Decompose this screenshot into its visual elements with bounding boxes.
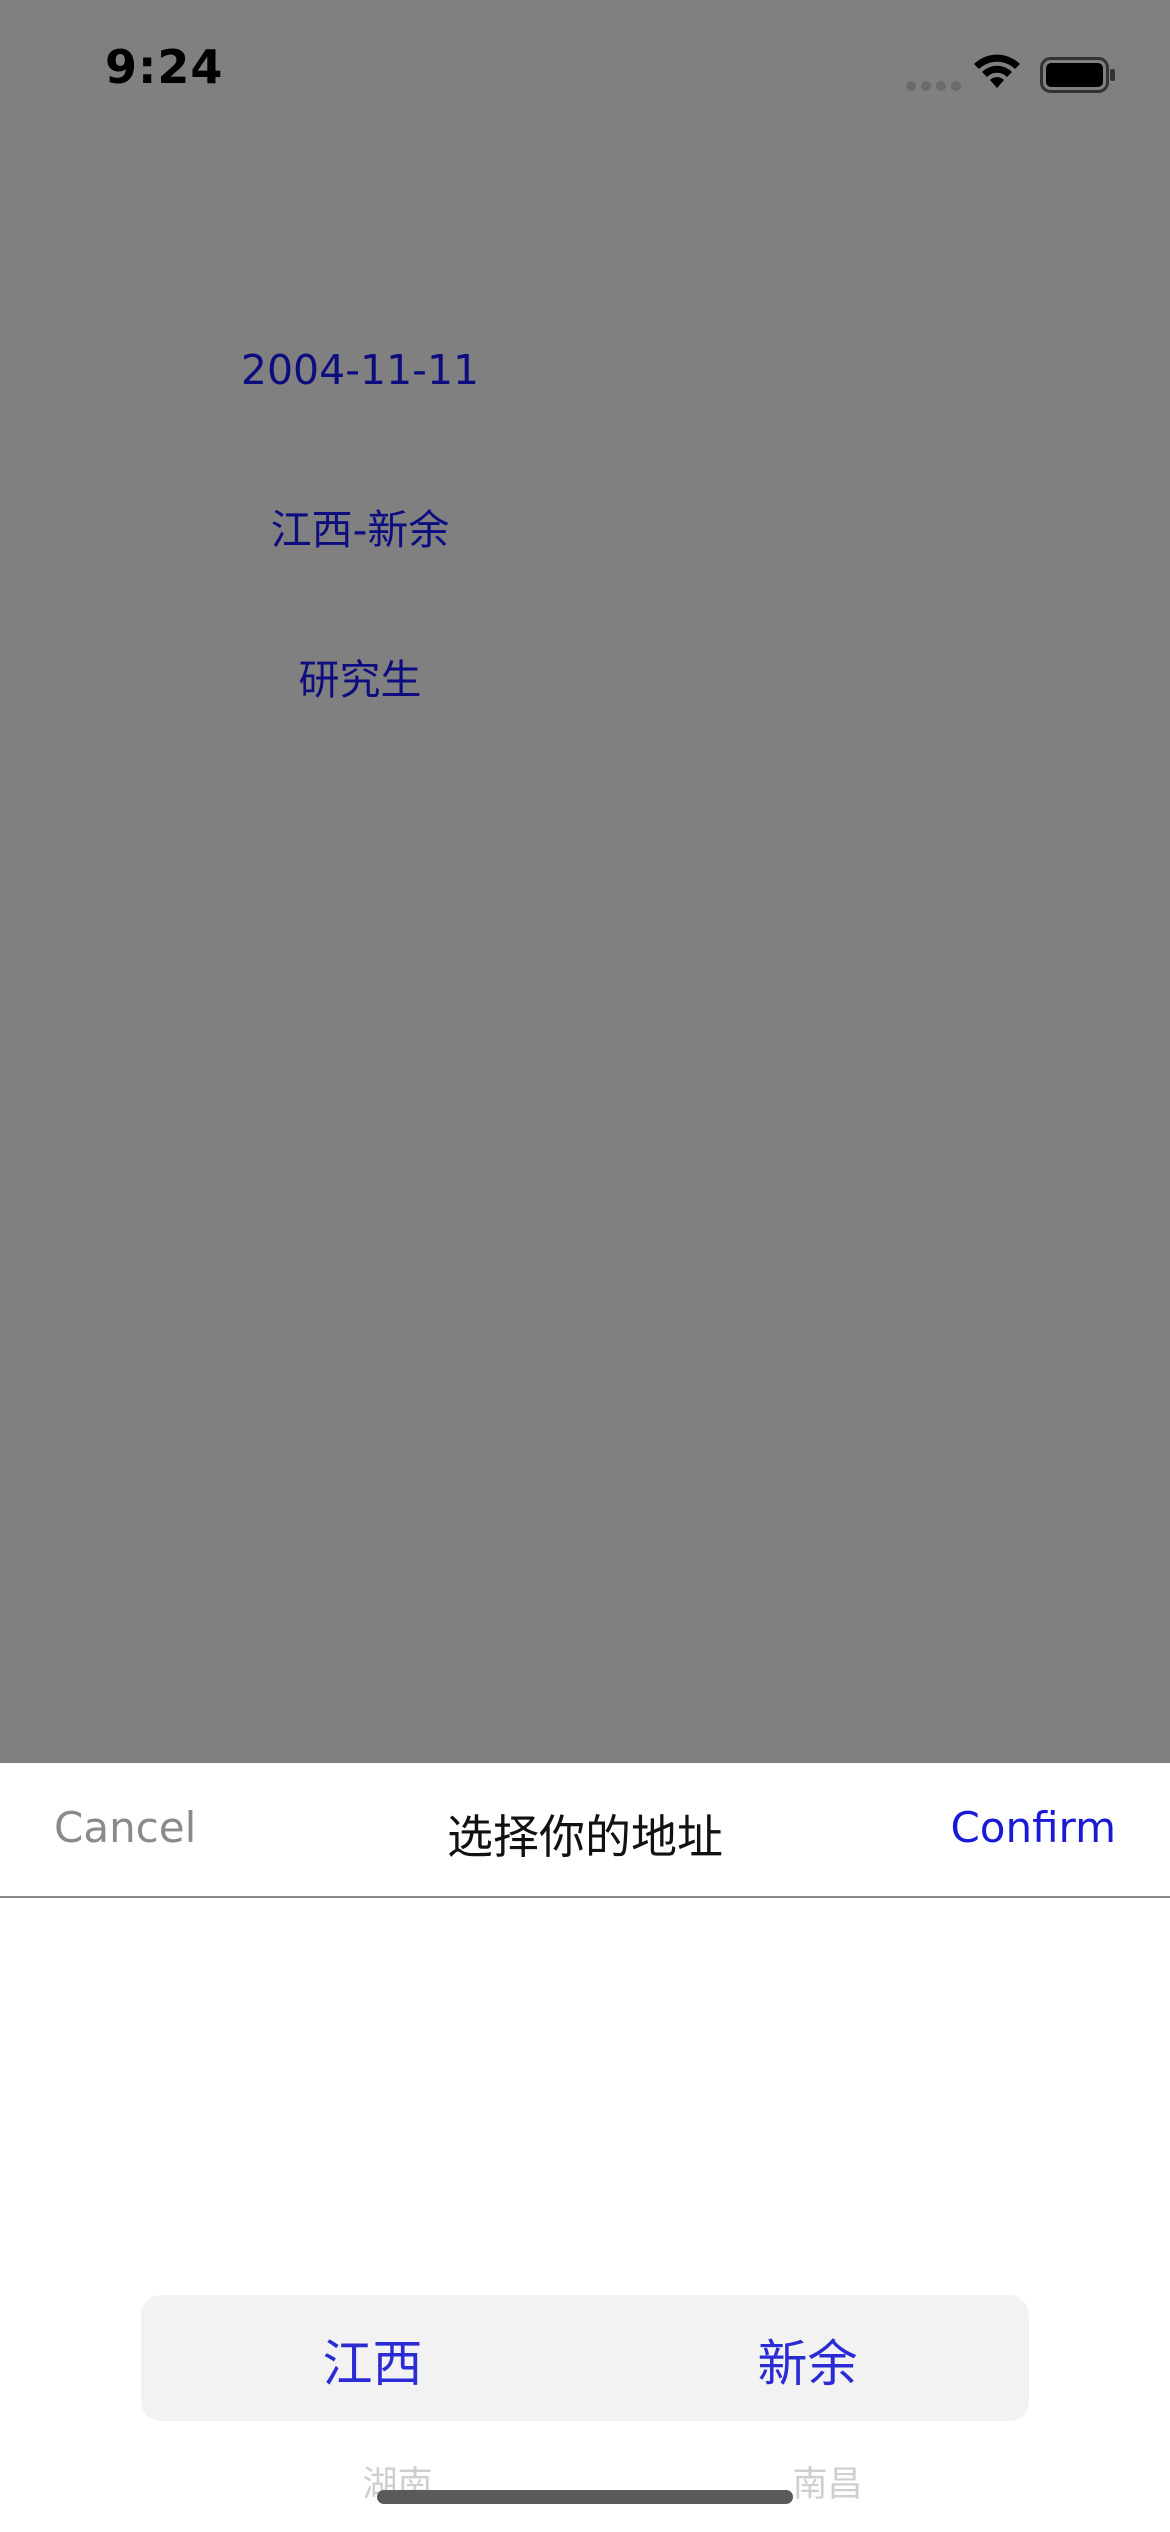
province-column[interactable]: 江西 湖南 广东 [150, 1898, 595, 2532]
signal-icon [906, 81, 961, 91]
city-column[interactable]: 新余 南昌 赣州 [585, 1898, 1030, 2532]
birth-date-text[interactable]: 2004-11-11 [160, 346, 560, 394]
cancel-button[interactable]: Cancel [54, 1803, 196, 1852]
picker-header: Cancel 选择你的地址 Confirm [0, 1763, 1170, 1898]
confirm-button[interactable]: Confirm [950, 1803, 1116, 1852]
address-text[interactable]: 江西-新余 [160, 496, 560, 556]
province-selected[interactable]: 江西 [150, 2324, 595, 2396]
city-selected[interactable]: 新余 [585, 2324, 1030, 2396]
battery-icon [1040, 57, 1115, 93]
status-bar: 9:24 [0, 0, 1170, 150]
status-time: 9:24 [105, 40, 224, 94]
address-picker-wheel[interactable]: 江西 湖南 广东 新余 南昌 赣州 [0, 1898, 1170, 2532]
picker-title: 选择你的地址 [447, 1810, 723, 1864]
education-text[interactable]: 研究生 [160, 646, 560, 706]
address-picker-sheet: Cancel 选择你的地址 Confirm 江西 湖南 广东 新余 南昌 赣州 [0, 1763, 1170, 2532]
wifi-icon [974, 54, 1020, 88]
home-indicator[interactable] [377, 2490, 793, 2504]
